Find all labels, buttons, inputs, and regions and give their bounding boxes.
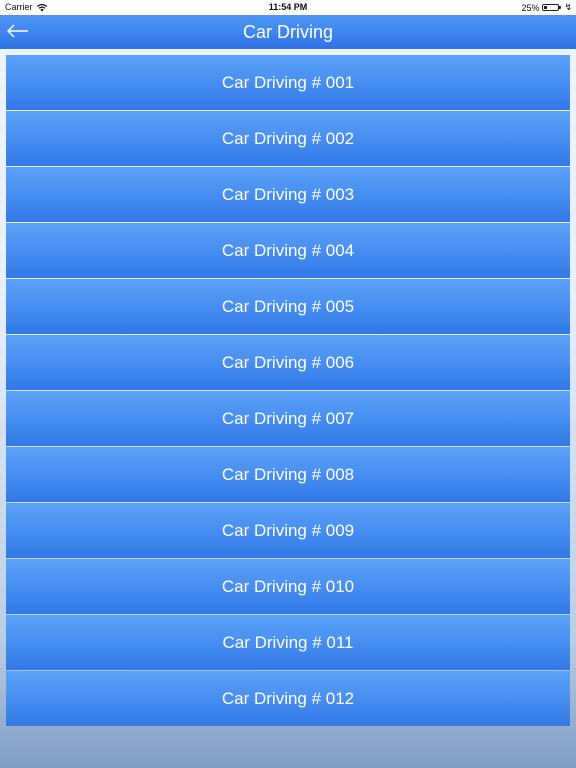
- list-item[interactable]: Car Driving # 001: [6, 55, 570, 110]
- list-item[interactable]: Car Driving # 009: [6, 503, 570, 558]
- list-item[interactable]: Car Driving # 005: [6, 279, 570, 334]
- battery-percent: 25%: [521, 2, 540, 13]
- charging-icon: ↯: [564, 2, 572, 12]
- battery-fill: [544, 6, 548, 9]
- status-right: 25% ↯: [521, 2, 572, 13]
- list-item[interactable]: Car Driving # 010: [6, 559, 570, 614]
- navigation-bar: Car Driving: [0, 15, 576, 49]
- list-item[interactable]: Car Driving # 003: [6, 167, 570, 222]
- list-item[interactable]: Car Driving # 002: [6, 111, 570, 166]
- status-bar: Carrier 11:54 PM 25% ↯: [0, 0, 576, 15]
- list-item[interactable]: Car Driving # 007: [6, 391, 570, 446]
- list-item[interactable]: Car Driving # 011: [6, 615, 570, 670]
- battery-icon: [542, 4, 562, 11]
- list-item[interactable]: Car Driving # 012: [6, 671, 570, 726]
- page-title: Car Driving: [242, 22, 334, 42]
- list-item[interactable]: Car Driving # 008: [6, 447, 570, 502]
- list-item[interactable]: Car Driving # 004: [6, 223, 570, 278]
- status-time: 11:54 PM: [268, 2, 308, 12]
- list-item[interactable]: Car Driving # 006: [6, 335, 570, 390]
- item-list: Car Driving # 001 Car Driving # 002 Car Dr…: [6, 55, 570, 727]
